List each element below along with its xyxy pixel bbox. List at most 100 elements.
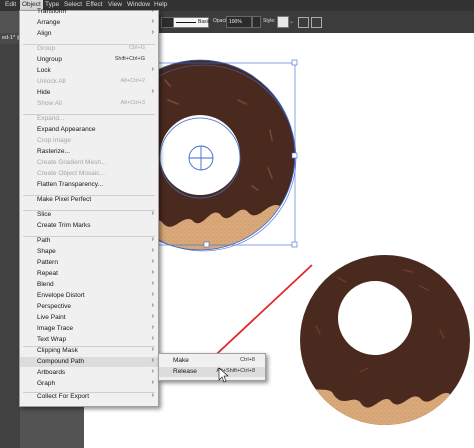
- compound-path-submenu: Make Ctrl+8 Release Alt+Shift+Ctrl+8: [158, 353, 266, 381]
- menu-item-envelope-distort[interactable]: Envelope Distort ›: [20, 291, 158, 301]
- chevron-right-icon: ›: [151, 379, 154, 386]
- menu-item-crop-image: Crop Image: [20, 136, 158, 146]
- menu-item-flatten-transparency[interactable]: Flatten Transparency...: [20, 180, 158, 190]
- menu-item-label: Align: [37, 30, 52, 37]
- menu-separator: [23, 392, 155, 393]
- menu-item-align[interactable]: Align ›: [20, 29, 158, 39]
- chevron-right-icon: ›: [151, 335, 154, 342]
- menu-item-perspective[interactable]: Perspective ›: [20, 302, 158, 312]
- menu-item-label: Expand Appearance: [37, 126, 96, 133]
- chevron-right-icon: ›: [151, 29, 154, 36]
- menu-item-label: Path: [37, 237, 51, 244]
- menu-item-label: Artboards: [37, 369, 66, 376]
- menu-item-label: Make Pixel Perfect: [37, 196, 92, 203]
- submenu-item-make-label: Make: [173, 357, 189, 364]
- menu-separator: [23, 236, 155, 237]
- menu-item-label: Live Paint: [37, 314, 66, 321]
- menu-item-arrange[interactable]: Arrange ›: [20, 18, 158, 28]
- menu-item-label: Transform: [37, 8, 67, 15]
- menu-item-label: Group: [37, 45, 56, 52]
- menu-item-ungroup[interactable]: Ungroup Shift+Ctrl+G: [20, 55, 158, 65]
- menu-item-create-gradient-mesh: Create Gradient Mesh...: [20, 158, 158, 168]
- menu-item-graph[interactable]: Graph ›: [20, 379, 158, 389]
- menu-separator: [23, 114, 155, 115]
- menu-item-path[interactable]: Path ›: [20, 236, 158, 246]
- submenu-item-release-label: Release: [173, 368, 197, 375]
- submenu-item-make[interactable]: Make Ctrl+8: [159, 356, 265, 366]
- chevron-right-icon: ›: [151, 357, 154, 364]
- menu-item-expand-appearance[interactable]: Expand Appearance: [20, 125, 158, 135]
- menu-item-label: Perspective: [37, 303, 71, 310]
- menu-item-rasterize[interactable]: Rasterize...: [20, 147, 158, 157]
- menu-item-label: Expand...: [37, 115, 65, 122]
- chevron-right-icon: ›: [151, 313, 154, 320]
- center-point-icon: [188, 145, 214, 171]
- menu-item-label: Arrange: [37, 19, 61, 26]
- chevron-right-icon: ›: [151, 258, 154, 265]
- menu-item-collect-for-export[interactable]: Collect For Export ›: [20, 392, 158, 402]
- menu-item-shortcut: Shift+Ctrl+G: [114, 56, 145, 62]
- menu-separator: [23, 210, 155, 211]
- chevron-right-icon: ›: [151, 269, 154, 276]
- object-menu: Transform › Arrange › Align › Group Ctrl+G Ungro…: [19, 7, 159, 407]
- menu-item-compound-path[interactable]: Compound Path ›: [20, 357, 158, 367]
- chevron-right-icon: ›: [151, 88, 154, 95]
- menu-item-label: Image Trace: [37, 325, 74, 332]
- menu-item-repeat[interactable]: Repeat ›: [20, 269, 158, 279]
- chevron-right-icon: ›: [151, 302, 154, 309]
- menu-item-label: Clipping Mask: [37, 347, 78, 354]
- submenu-item-make-shortcut: Ctrl+8: [240, 357, 255, 363]
- menu-item-unlock-all: Unlock All Alt+Ctrl+2: [20, 77, 158, 87]
- chevron-right-icon: ›: [151, 324, 154, 331]
- chevron-right-icon: ›: [151, 247, 154, 254]
- menu-item-create-object-mosaic: Create Object Mosaic...: [20, 169, 158, 179]
- chevron-right-icon: ›: [151, 7, 154, 14]
- donut-b-hole: [338, 281, 412, 355]
- menu-item-label: Shape: [37, 248, 56, 255]
- menu-item-expand: Expand...: [20, 114, 158, 124]
- chevron-right-icon: ›: [151, 18, 154, 25]
- menu-item-make-pixel-perfect[interactable]: Make Pixel Perfect: [20, 195, 158, 205]
- submenu-item-release[interactable]: Release Alt+Shift+Ctrl+8: [159, 367, 265, 377]
- chevron-right-icon: ›: [151, 346, 154, 353]
- chevron-right-icon: ›: [151, 236, 154, 243]
- menu-item-label: Compound Path: [37, 358, 84, 365]
- menu-item-label: Collect For Export: [37, 393, 90, 400]
- menu-item-clipping-mask[interactable]: Clipping Mask ›: [20, 346, 158, 356]
- menu-item-text-wrap[interactable]: Text Wrap ›: [20, 335, 158, 345]
- menu-item-shortcut: Alt+Ctrl+2: [120, 78, 145, 84]
- menu-item-label: Pattern: [37, 259, 58, 266]
- menu-item-artboards[interactable]: Artboards ›: [20, 368, 158, 378]
- menu-item-shape[interactable]: Shape ›: [20, 247, 158, 257]
- menu-item-group: Group Ctrl+G: [20, 44, 158, 54]
- menu-item-pattern[interactable]: Pattern ›: [20, 258, 158, 268]
- menu-item-label: Ungroup: [37, 56, 62, 63]
- menu-item-transform[interactable]: Transform ›: [20, 7, 158, 17]
- menu-item-hide[interactable]: Hide ›: [20, 88, 158, 98]
- donut-a-hole: [160, 115, 240, 195]
- donut-unselected[interactable]: [300, 255, 472, 448]
- menu-item-blend[interactable]: Blend ›: [20, 280, 158, 290]
- menu-item-label: Text Wrap: [37, 336, 67, 343]
- menu-item-create-trim-marks[interactable]: Create Trim Marks: [20, 221, 158, 231]
- menu-separator: [23, 346, 155, 347]
- menu-item-label: Repeat: [37, 270, 58, 277]
- menu-item-label: Unlock All: [37, 78, 66, 85]
- menu-item-image-trace[interactable]: Image Trace ›: [20, 324, 158, 334]
- menu-item-label: Create Gradient Mesh...: [37, 159, 107, 166]
- chevron-right-icon: ›: [151, 210, 154, 217]
- menu-item-label: Hide: [37, 89, 51, 96]
- menu-separator: [23, 195, 155, 196]
- submenu-item-release-shortcut: Alt+Shift+Ctrl+8: [216, 368, 255, 374]
- menu-item-shortcut: Ctrl+G: [128, 45, 145, 51]
- menu-item-lock[interactable]: Lock ›: [20, 66, 158, 76]
- menu-item-label: Create Object Mosaic...: [37, 170, 105, 177]
- chevron-right-icon: ›: [151, 368, 154, 375]
- menu-separator: [23, 44, 155, 45]
- menu-item-live-paint[interactable]: Live Paint ›: [20, 313, 158, 323]
- menu-item-label: Lock: [37, 67, 51, 74]
- menu-item-label: Create Trim Marks: [37, 222, 91, 229]
- menu-item-slice[interactable]: Slice ›: [20, 210, 158, 220]
- menu-item-label: Graph: [37, 380, 56, 387]
- menu-item-label: Flatten Transparency...: [37, 181, 103, 188]
